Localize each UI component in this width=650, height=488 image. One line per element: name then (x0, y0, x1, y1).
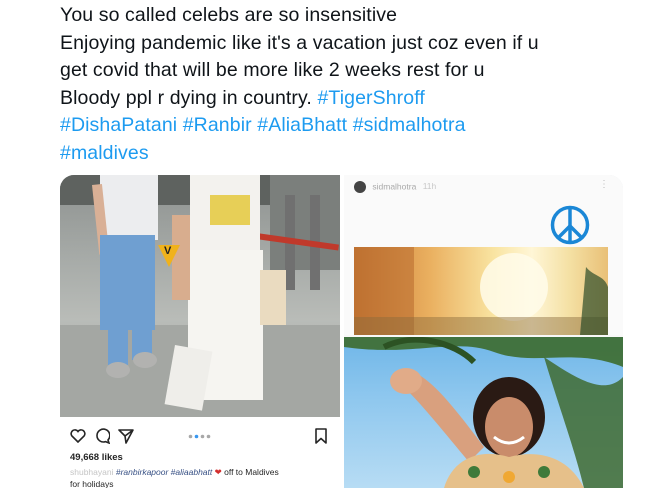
hashtag-maldives[interactable]: #maldives (60, 142, 149, 164)
bookmark-icon[interactable] (314, 428, 328, 444)
caption-hashtags[interactable]: #ranbirkapoor #aliaabhatt (116, 467, 212, 477)
likes-count: 49,668 likes (70, 452, 123, 463)
tweet-line-2: Enjoying pandemic like it's a vacation j… (60, 31, 539, 54)
airport-scene (60, 175, 340, 417)
instagram-post-screenshot[interactable]: V 49,668 likes shubhayani #ranbirkapoor … (60, 175, 340, 488)
tweet-line-5: #DishaPatani #Ranbir #AliaBhatt #sidmalh… (60, 112, 640, 140)
share-icon[interactable] (118, 428, 134, 444)
post-caption: shubhayani #ranbirkapoor #aliaabhatt ❤ o… (70, 467, 279, 488)
beach-photo (344, 337, 623, 488)
story-username: sidmalhotra (372, 181, 417, 192)
tweet-line-4: Bloody ppl r dying in country. #TigerShr… (60, 85, 640, 113)
heart-icon[interactable] (70, 429, 86, 443)
hashtag-aliabhatt[interactable]: #AliaBhatt (257, 114, 347, 136)
hashtag-sidmalhotra[interactable]: #sidmalhotra (353, 114, 466, 136)
carousel-dots (188, 434, 211, 439)
tweet-line-4-text: Bloody ppl r dying in country. (60, 86, 318, 109)
story-header: sidmalhotra 11h (354, 181, 436, 193)
watermark-logo: V (164, 245, 172, 257)
caption-text: off to Maldives (224, 467, 279, 477)
hashtag-tigershroff[interactable]: #TigerShroff (317, 87, 424, 109)
hashtag-dishapatani[interactable]: #DishaPatani (60, 114, 177, 136)
story-top-frame: sidmalhotra 11h ⋮ (344, 175, 623, 335)
tweet-line-3: get covid that will be more like 2 weeks… (60, 59, 485, 81)
story-avatar (354, 181, 366, 193)
sunset-photo (354, 247, 608, 335)
instagram-story-screenshot[interactable]: sidmalhotra 11h ⋮ (344, 175, 623, 488)
hashtag-ranbir[interactable]: #Ranbir (183, 114, 252, 136)
red-heart-emoji: ❤ (214, 467, 222, 477)
sunset-scene (354, 247, 608, 335)
caption-text-2: for holidays (70, 479, 114, 488)
tweet-line-6: #maldives (60, 140, 640, 168)
comment-icon[interactable] (94, 428, 110, 444)
caption-username[interactable]: shubhayani (70, 467, 113, 477)
instagram-action-bar (70, 425, 332, 447)
story-time: 11h (422, 181, 437, 192)
tweet-media[interactable]: V 49,668 likes shubhayani #ranbirkapoor … (60, 175, 623, 488)
more-options-icon[interactable]: ⋮ (599, 179, 609, 190)
peace-sign-icon (550, 205, 590, 245)
beach-scene (344, 337, 623, 488)
tweet-line-1: You so called celebs are so insensitive (60, 4, 398, 26)
airport-photo: V (60, 175, 340, 417)
tweet-text: You so called celebs are so insensitive … (60, 2, 640, 167)
